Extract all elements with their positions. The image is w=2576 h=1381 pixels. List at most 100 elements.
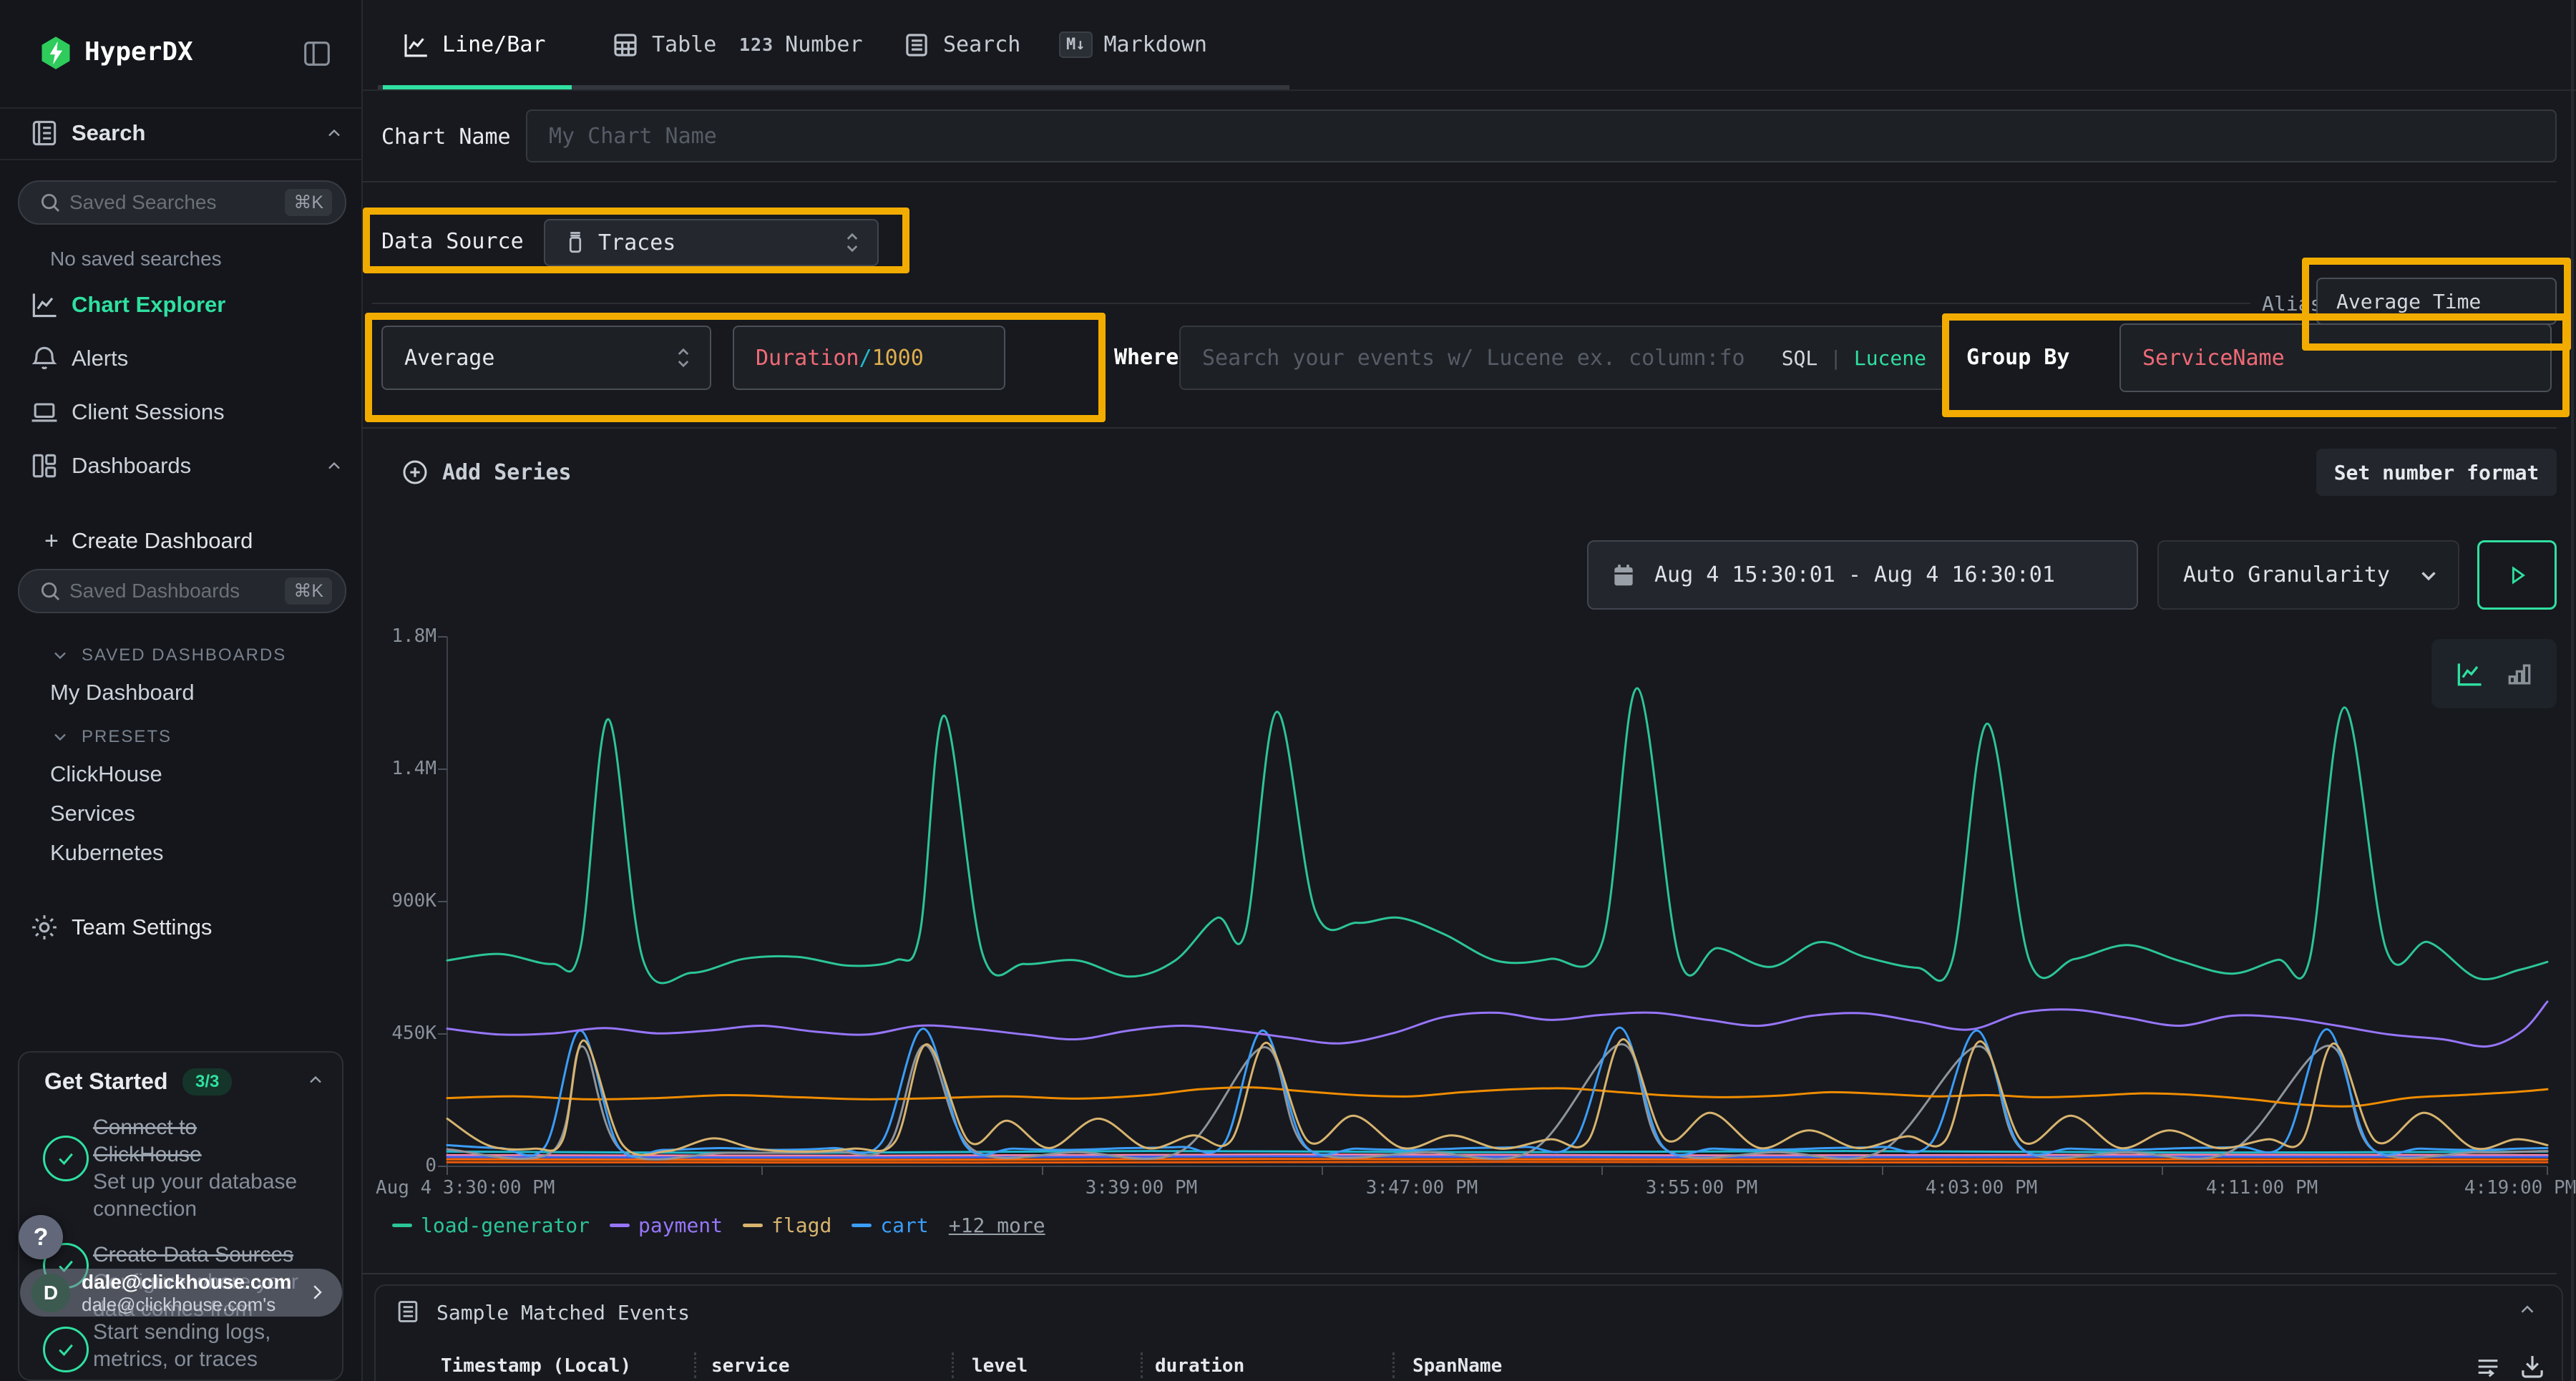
chart-series-unnamed <box>447 1088 2547 1107</box>
y-tick-label: 1.8M <box>372 625 436 647</box>
legend-item[interactable]: flagd <box>743 1214 831 1237</box>
data-source-select[interactable]: Traces <box>544 219 879 266</box>
column-header-timestamp[interactable]: Timestamp (Local) <box>441 1355 631 1377</box>
operator-token: / <box>859 346 872 371</box>
tab-line-bar[interactable]: Line/Bar <box>401 0 546 89</box>
granularity-value: Auto Granularity <box>2183 562 2390 587</box>
group-by-value: ServiceName <box>2142 346 2285 371</box>
field-expression-input[interactable]: Duration/1000 <box>733 326 1005 390</box>
chart-series-unnamed <box>447 1155 2547 1156</box>
run-query-button[interactable] <box>2477 540 2557 610</box>
table-icon <box>610 30 640 60</box>
column-header-spanname[interactable]: SpanName <box>1413 1355 1502 1377</box>
dashboard-link-my-dashboard[interactable]: My Dashboard <box>50 680 195 706</box>
saved-dashboards-input[interactable]: Saved Dashboards ⌘K <box>18 569 346 613</box>
aggregation-select[interactable]: Average <box>381 326 711 390</box>
timeseries-chart[interactable] <box>429 633 2562 1184</box>
task-title-line: ClickHouse <box>93 1141 336 1168</box>
x-tick-label: 3:55:00 PM <box>1594 1177 1809 1199</box>
tab-markdown[interactable]: M↓ Markdown <box>1059 0 1207 89</box>
line-chart-icon <box>401 30 431 60</box>
task-desc-line: Start sending logs, <box>93 1319 340 1346</box>
database-icon <box>562 230 588 255</box>
tab-active-underline <box>383 85 572 89</box>
collapse-sidebar-icon[interactable] <box>301 37 333 70</box>
legend-swatch <box>852 1224 872 1227</box>
chevron-right-icon <box>306 1282 328 1303</box>
chart-name-input[interactable]: My Chart Name <box>526 109 2557 162</box>
alias-input[interactable]: Average Time <box>2316 278 2557 325</box>
where-input[interactable]: Search your events w/ Lucene ex. column:… <box>1179 326 1948 390</box>
preset-link-clickhouse[interactable]: ClickHouse <box>50 761 162 787</box>
play-icon <box>2505 563 2529 587</box>
axis-ticks <box>438 637 2547 1175</box>
chart-series-group <box>447 688 2547 1163</box>
user-subtitle: dale@clickhouse.com's <box>82 1294 291 1315</box>
sidebar-section-search[interactable]: Search <box>0 116 361 150</box>
sidebar-item-dashboards[interactable]: Dashboards <box>0 449 361 483</box>
column-resize-handle[interactable] <box>694 1352 696 1378</box>
x-tick-label: 4:19:00 PM <box>2434 1177 2576 1199</box>
group-saved-dashboards[interactable]: SAVED DASHBOARDS <box>50 645 286 665</box>
group-by-label: Group By <box>1966 345 2070 370</box>
help-button[interactable]: ? <box>19 1215 63 1259</box>
chart-series-unnamed <box>447 1162 2547 1163</box>
legend-item[interactable]: cart <box>852 1214 928 1237</box>
column-header-duration[interactable]: duration <box>1155 1355 1244 1377</box>
brand-name: HyperDX <box>84 37 193 67</box>
lucene-toggle[interactable]: Lucene <box>1854 346 1926 370</box>
group-presets[interactable]: PRESETS <box>50 727 172 747</box>
scrollbar[interactable] <box>2571 0 2574 1381</box>
collapse-panel-chevron-icon[interactable] <box>2515 1299 2540 1320</box>
legend-more-link[interactable]: +12 more <box>949 1214 1045 1237</box>
tab-search[interactable]: Search <box>902 0 1020 89</box>
group-by-input[interactable]: ServiceName <box>2119 323 2552 392</box>
chevron-up-icon[interactable] <box>304 1070 327 1090</box>
saved-searches-input[interactable]: Saved Searches ⌘K <box>18 180 346 225</box>
check-circle-icon <box>43 1327 89 1372</box>
gear-icon <box>27 910 62 945</box>
sql-toggle[interactable]: SQL <box>1782 346 1818 370</box>
legend-item[interactable]: payment <box>610 1214 723 1237</box>
x-tick-label: 4:03:00 PM <box>1874 1177 2089 1199</box>
sidebar-item-alerts[interactable]: Alerts <box>0 341 361 376</box>
language-toggle[interactable]: SQL | Lucene <box>1782 346 1926 370</box>
chart-series-unnamed <box>447 1156 2547 1158</box>
chevron-down-icon <box>50 727 70 747</box>
preset-link-services[interactable]: Services <box>50 801 135 826</box>
granularity-select[interactable]: Auto Granularity <box>2157 540 2459 610</box>
date-range-picker[interactable]: Aug 4 15:30:01 - Aug 4 16:30:01 <box>1587 540 2138 610</box>
wrap-text-icon[interactable] <box>2474 1352 2502 1381</box>
preset-link-kubernetes[interactable]: Kubernetes <box>50 840 164 866</box>
tab-number[interactable]: 123 Number <box>739 0 863 89</box>
alias-label: Alias <box>2262 292 2322 316</box>
column-header-level[interactable]: level <box>972 1355 1028 1377</box>
plus-icon: + <box>44 527 59 555</box>
chevron-down-icon <box>2416 563 2441 587</box>
value-token: 1000 <box>872 346 924 371</box>
legend-item[interactable]: load-generator <box>392 1214 590 1237</box>
tab-table[interactable]: Table <box>610 0 716 89</box>
download-icon[interactable] <box>2517 1351 2547 1381</box>
legend-swatch <box>392 1224 412 1227</box>
column-resize-handle[interactable] <box>952 1352 954 1378</box>
task-desc-line: metrics, or traces <box>93 1346 340 1373</box>
chevron-up-icon <box>322 123 346 143</box>
user-account-chip[interactable]: D dale@clickhouse.com dale@clickhouse.co… <box>20 1269 342 1317</box>
chevron-up-icon <box>322 456 346 476</box>
add-series-button[interactable]: Add Series <box>401 458 572 487</box>
column-header-service[interactable]: service <box>711 1355 790 1377</box>
sidebar-item-client-sessions[interactable]: Client Sessions <box>0 395 361 429</box>
create-dashboard-button[interactable]: + Create Dashboard <box>0 524 361 558</box>
search-icon <box>38 579 62 603</box>
column-resize-handle[interactable] <box>1392 1352 1395 1378</box>
layout-grid-icon <box>27 449 62 483</box>
column-resize-handle[interactable] <box>1141 1352 1143 1378</box>
number-123-icon: 123 <box>739 34 774 55</box>
data-source-label: Data Source <box>381 229 524 254</box>
sidebar-item-chart-explorer[interactable]: Chart Explorer <box>0 288 361 322</box>
sidebar-item-team-settings[interactable]: Team Settings <box>0 910 361 945</box>
set-number-format-button[interactable]: Set number format <box>2316 449 2557 496</box>
sidebar: HyperDX Search Saved Searches ⌘K No save… <box>0 0 363 1381</box>
x-tick-label: Aug 4 3:30:00 PM <box>376 1177 676 1199</box>
